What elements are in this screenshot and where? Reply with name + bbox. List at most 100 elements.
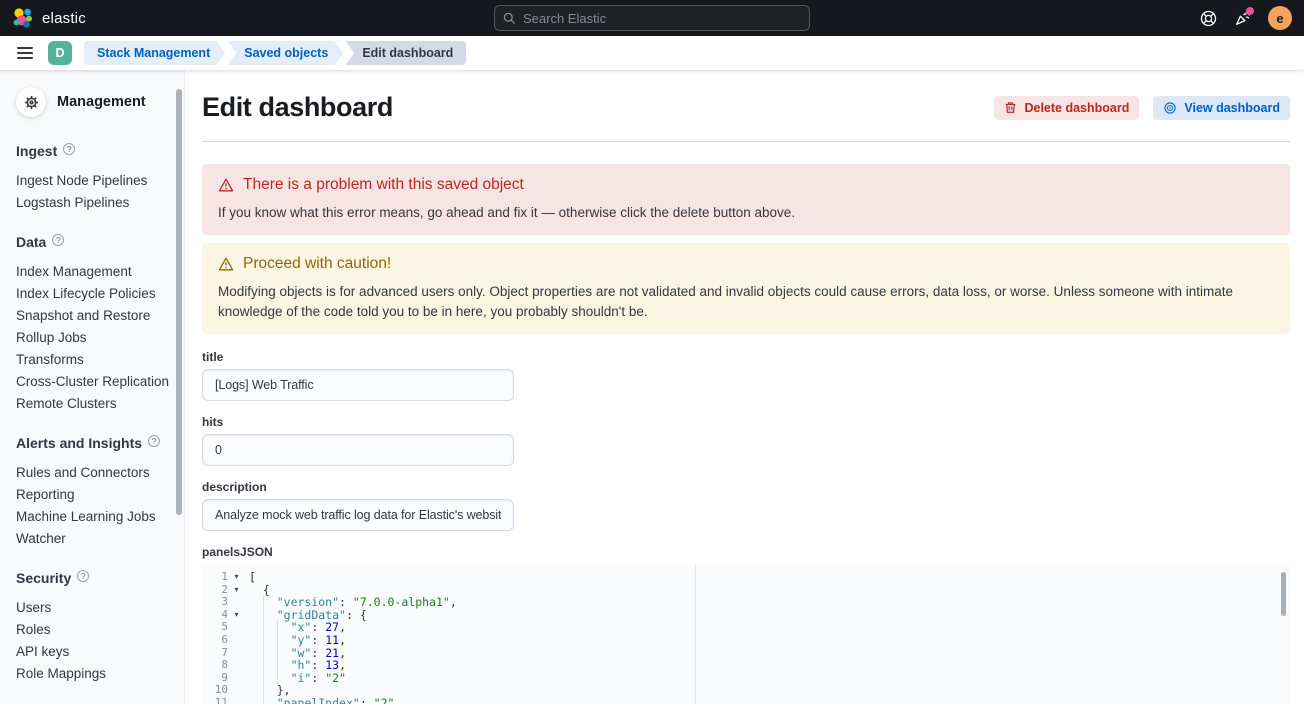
code-line-9: 9 "i": "2": [202, 672, 1290, 685]
sidebar-item-roles[interactable]: Roles: [16, 619, 174, 641]
sidebar-item-index-lifecycle-policies[interactable]: Index Lifecycle Policies: [16, 283, 174, 305]
title-input[interactable]: [202, 369, 514, 401]
sidebar-item-api-keys[interactable]: API keys: [16, 641, 174, 663]
sidebar-item-watcher[interactable]: Watcher: [16, 528, 174, 550]
code-line-11: 11 "panelIndex": "2",: [202, 697, 1290, 704]
header-right: e: [1200, 6, 1292, 30]
breadcrumb-bar: D Stack ManagementSaved objectsEdit dash…: [0, 36, 1304, 70]
code-line-3: 3 "version": "7.0.0-alpha1",: [202, 596, 1290, 609]
fold-arrow-icon: [228, 697, 245, 704]
delete-dashboard-button[interactable]: Delete dashboard: [994, 96, 1139, 120]
field-group-hits: hits: [202, 415, 1290, 466]
global-header: elastic: [0, 0, 1304, 36]
sidebar-section-title: Ingest?: [16, 143, 174, 159]
fold-arrow-icon: [228, 596, 245, 609]
fold-arrow-icon: [228, 684, 245, 697]
description-label: description: [202, 480, 1290, 494]
line-number: 1: [202, 571, 228, 584]
caution-callout-body: Modifying objects is for advanced users …: [218, 282, 1274, 322]
user-avatar[interactable]: e: [1268, 6, 1292, 30]
sidebar-section-security: Security? UsersRolesAPI keysRole Mappings: [0, 550, 184, 685]
sidebar-section-title: Data?: [16, 234, 174, 250]
sidebar-title: Management: [57, 94, 146, 110]
sidebar-header: Management: [0, 70, 184, 123]
hits-input[interactable]: [202, 434, 514, 466]
sidebar-section-title-text: Ingest: [16, 143, 57, 159]
trash-icon: [1004, 101, 1017, 114]
sidebar-item-logstash-pipelines[interactable]: Logstash Pipelines: [16, 192, 174, 214]
sidebar-item-rules-and-connectors[interactable]: Rules and Connectors: [16, 462, 174, 484]
sidebar-item-reporting[interactable]: Reporting: [16, 484, 174, 506]
fold-arrow-icon: [228, 659, 245, 672]
fold-arrow-icon: [228, 672, 245, 685]
sidebar-item-remote-clusters[interactable]: Remote Clusters: [16, 393, 174, 415]
panelsJSON-editor[interactable]: 1▾[2▾ {3 "version": "7.0.0-alpha1",4▾ "g…: [202, 564, 1290, 704]
notification-dot: [1246, 7, 1254, 15]
title-label: title: [202, 350, 1290, 364]
delete-dashboard-label: Delete dashboard: [1024, 101, 1129, 115]
fold-arrow-icon[interactable]: ▾: [228, 609, 245, 622]
menu-button[interactable]: [8, 36, 42, 70]
warning-triangle-icon: [218, 177, 234, 193]
search-icon: [503, 12, 516, 25]
error-callout-body: If you know what this error means, go ah…: [218, 203, 1274, 223]
panelsJSON-group: panelsJSON 1▾[2▾ {3 "version": "7.0.0-al…: [202, 545, 1290, 704]
sidebar-item-machine-learning-jobs[interactable]: Machine Learning Jobs: [16, 506, 174, 528]
sidebar-section-alerts-and-insights: Alerts and Insights? Rules and Connectors…: [0, 415, 184, 550]
sidebar-item-cross-cluster-replication[interactable]: Cross-Cluster Replication: [16, 371, 174, 393]
fold-arrow-icon[interactable]: ▾: [228, 571, 245, 584]
management-app-badge: [16, 87, 46, 117]
question-in-circle-icon: ?: [148, 435, 160, 447]
sidebar-section-ingest: Ingest? Ingest Node PipelinesLogstash Pip…: [0, 123, 184, 214]
code-line-4: 4▾ "gridData": {: [202, 609, 1290, 622]
global-search[interactable]: [494, 5, 810, 31]
brand-name: elastic: [42, 10, 86, 27]
life-ring-icon: [1200, 10, 1217, 27]
breadcrumb: Stack ManagementSaved objectsEdit dashbo…: [84, 41, 466, 65]
divider: [202, 141, 1290, 142]
fold-arrow-icon[interactable]: ▾: [228, 584, 245, 597]
line-number: 11: [202, 697, 228, 704]
breadcrumb-item-edit-dashboard: Edit dashboard: [345, 41, 466, 65]
help-button[interactable]: [1200, 10, 1217, 27]
code-line-6: 6 "y": 11,: [202, 634, 1290, 647]
breadcrumb-item-saved-objects[interactable]: Saved objects: [227, 41, 343, 65]
newsfeed-button[interactable]: [1234, 10, 1251, 27]
home-link[interactable]: elastic: [12, 7, 86, 29]
page-header: Edit dashboard Delete dashboard View: [202, 92, 1290, 123]
sidebar-section-title-text: Data: [16, 234, 46, 250]
code-lines: 1▾[2▾ {3 "version": "7.0.0-alpha1",4▾ "g…: [202, 564, 1290, 704]
breadcrumb-item-stack-management[interactable]: Stack Management: [84, 41, 225, 65]
gear-icon: [24, 95, 39, 110]
space-badge[interactable]: D: [48, 41, 72, 65]
line-number: 3: [202, 596, 228, 609]
editor-scrollbar[interactable]: [1281, 572, 1286, 616]
sidebar-item-users[interactable]: Users: [16, 597, 174, 619]
eye-icon: [1163, 101, 1177, 115]
sidebar-item-role-mappings[interactable]: Role Mappings: [16, 663, 174, 685]
sidebar-sections: Ingest? Ingest Node PipelinesLogstash Pip…: [0, 123, 184, 685]
field-group-description: description: [202, 480, 1290, 531]
sidebar-item-snapshot-and-restore[interactable]: Snapshot and Restore: [16, 305, 174, 327]
hits-label: hits: [202, 415, 1290, 429]
page-title: Edit dashboard: [202, 92, 393, 123]
code-line-1: 1▾[: [202, 571, 1290, 584]
sidebar-item-transforms[interactable]: Transforms: [16, 349, 174, 371]
fold-arrow-icon: [228, 621, 245, 634]
panelsJSON-label: panelsJSON: [202, 545, 1290, 559]
caution-callout-title-row: Proceed with caution!: [218, 255, 1274, 273]
view-dashboard-button[interactable]: View dashboard: [1153, 96, 1290, 120]
sidebar-scrollbar[interactable]: [176, 89, 182, 515]
hamburger-icon: [17, 47, 33, 59]
sidebar-item-ingest-node-pipelines[interactable]: Ingest Node Pipelines: [16, 170, 174, 192]
sidebar-item-rollup-jobs[interactable]: Rollup Jobs: [16, 327, 174, 349]
description-input[interactable]: [202, 499, 514, 531]
sidebar-item-index-management[interactable]: Index Management: [16, 261, 174, 283]
body-row: Management Ingest? Ingest Node PipelinesL…: [0, 70, 1304, 704]
search-input[interactable]: [523, 11, 801, 26]
sidebar: Management Ingest? Ingest Node PipelinesL…: [0, 70, 185, 704]
sidebar-section-title-text: Alerts and Insights: [16, 435, 142, 451]
caution-callout-title: Proceed with caution!: [243, 255, 391, 273]
sidebar-section-title: Security?: [16, 570, 174, 586]
code-line-7: 7 "w": 21,: [202, 647, 1290, 660]
